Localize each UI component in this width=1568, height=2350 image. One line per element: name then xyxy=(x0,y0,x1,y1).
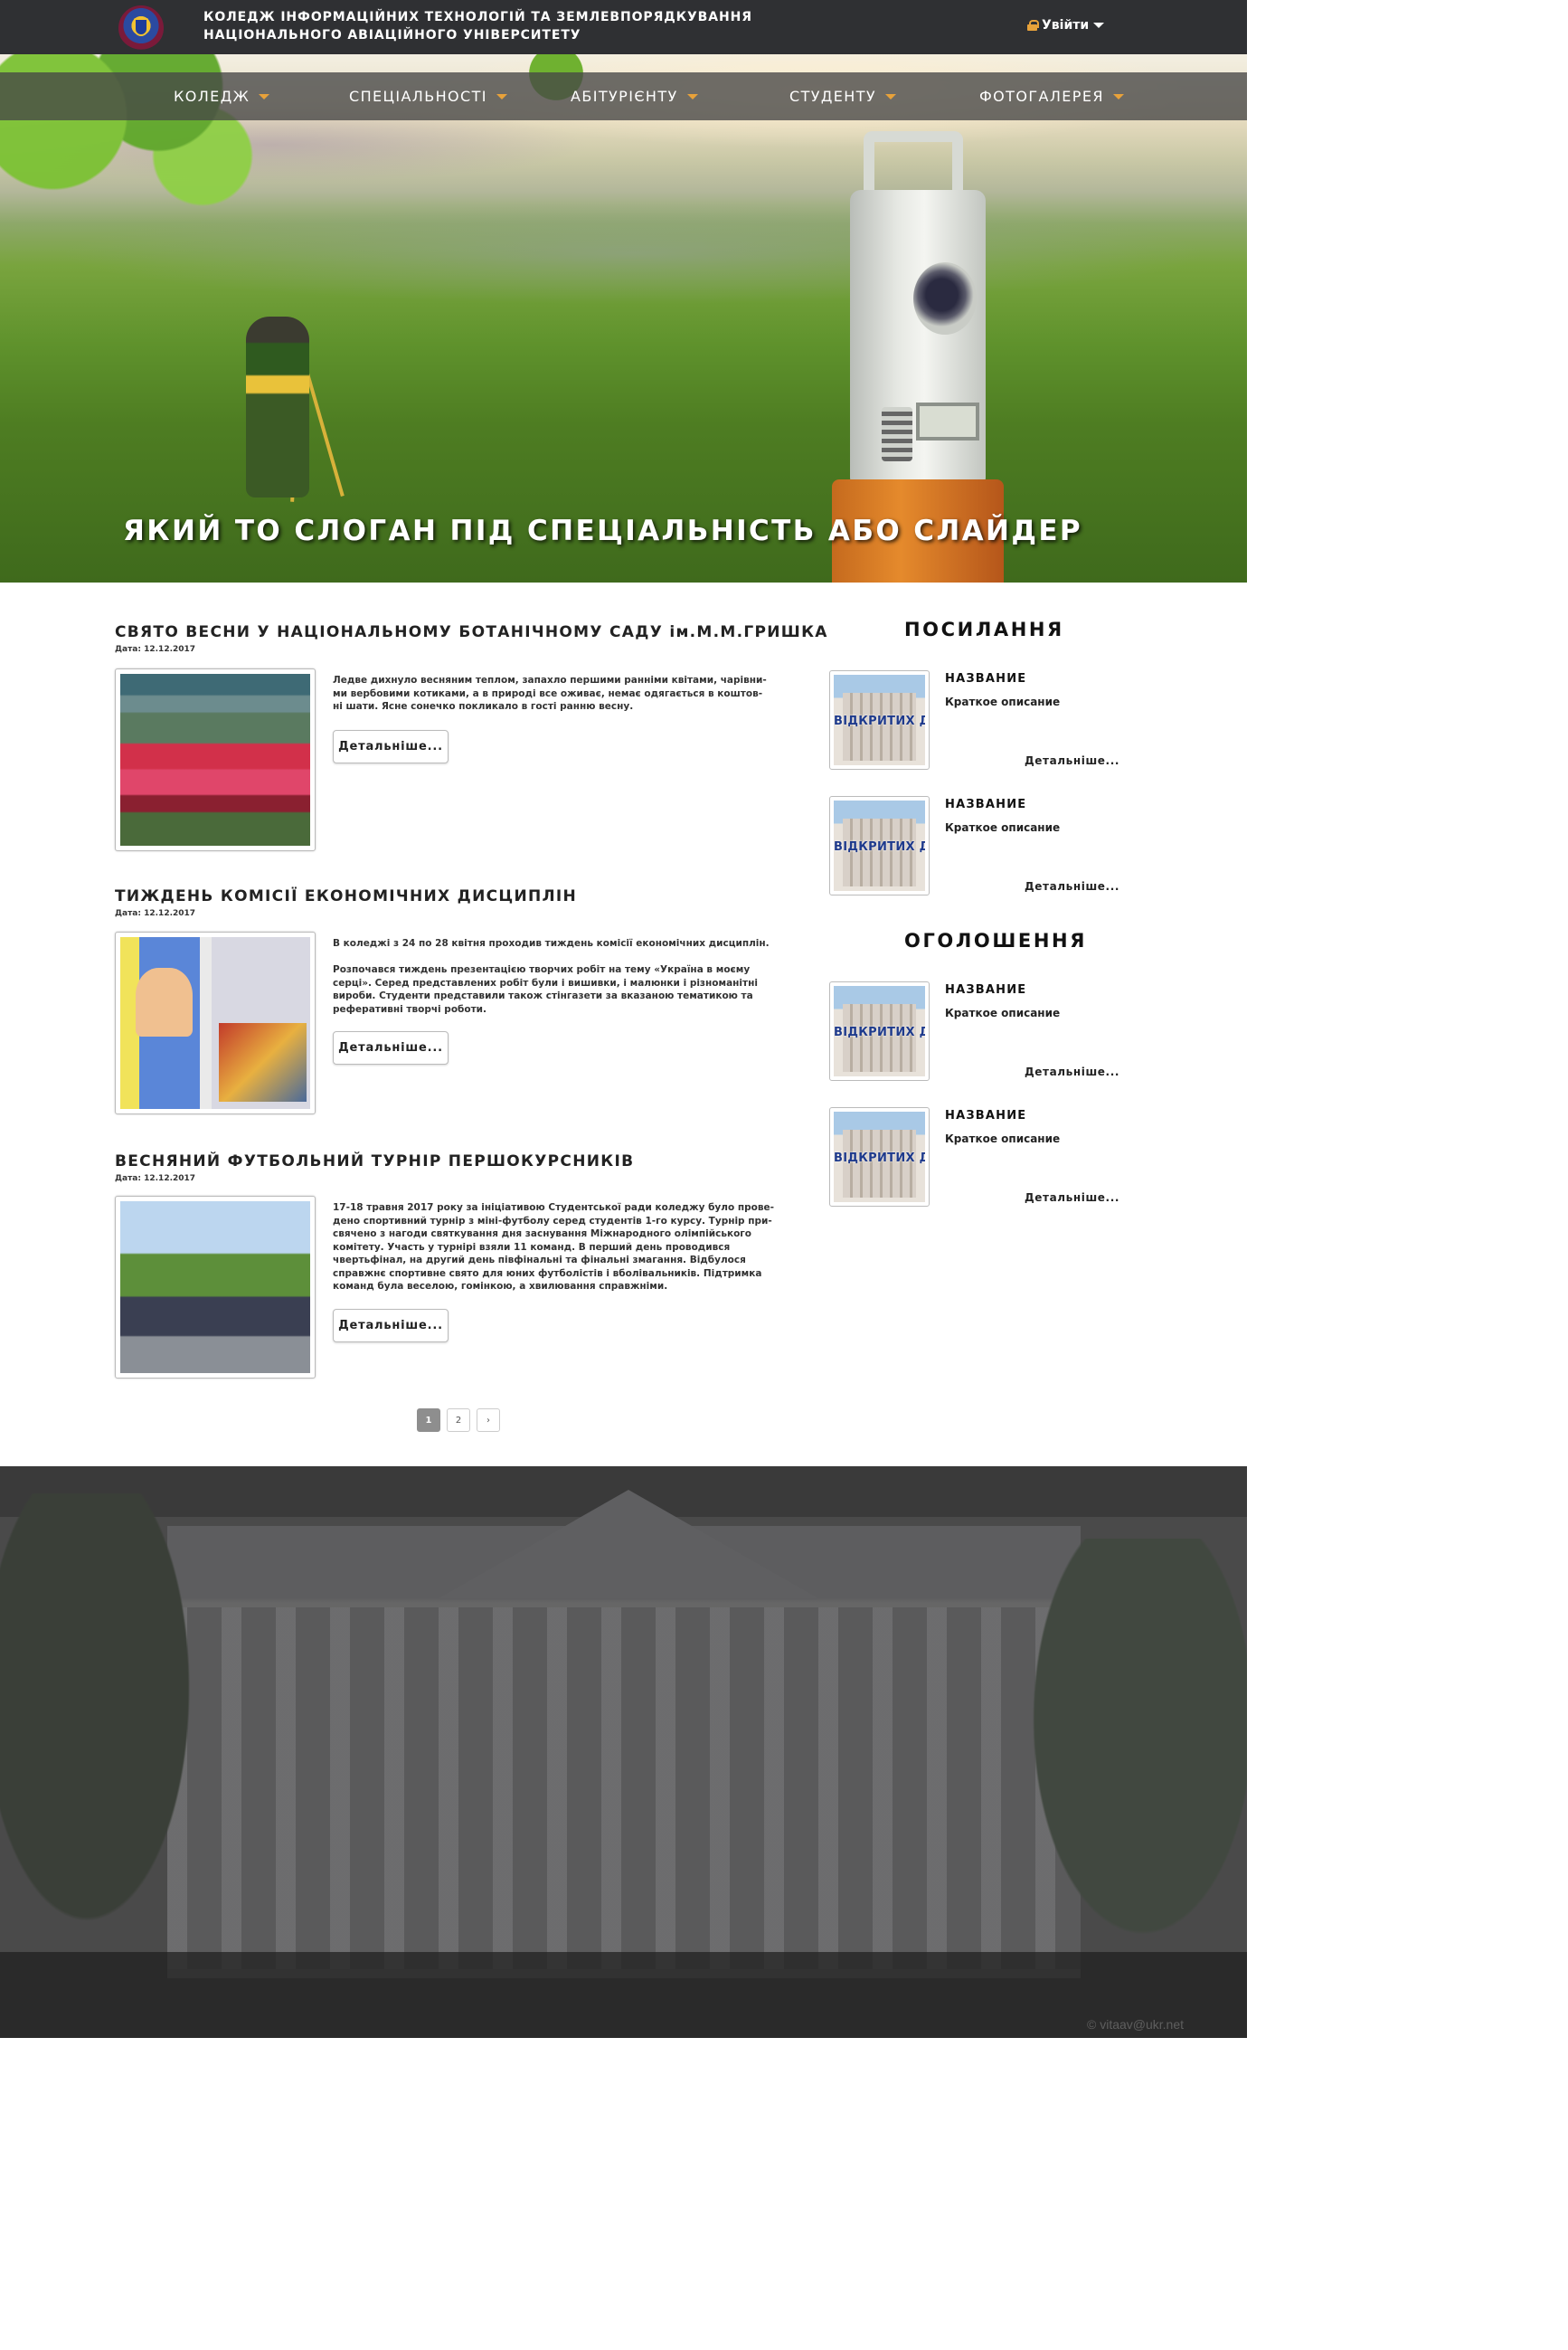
link-title[interactable]: НАЗВАНИЕ xyxy=(945,798,1026,811)
nav-label: СТУДЕНТУ xyxy=(789,88,877,105)
nav-label: КОЛЕДЖ xyxy=(174,88,250,105)
announcement-description: Краткое описание xyxy=(945,1132,1061,1145)
news-date: Дата: 12.12.2017 xyxy=(115,645,196,654)
read-more-button[interactable]: Детальніше... xyxy=(333,1309,449,1342)
announcement-thumbnail[interactable]: ВІДКРИТИХ ДВЕ xyxy=(829,1107,930,1207)
college-building-image xyxy=(167,1490,1081,1978)
news-excerpt: В коледжі з 24 по 28 квітня проходив тиж… xyxy=(333,938,770,1015)
chevron-down-icon xyxy=(496,93,507,99)
nav-label: АБІТУРІЄНТУ xyxy=(571,88,678,105)
link-card: ВІДКРИТИХ ДВЕ НАЗВАНИЕ Краткое описание … xyxy=(829,670,1191,770)
announcement-title[interactable]: НАЗВАНИЕ xyxy=(945,983,1026,997)
announcement-description: Краткое описание xyxy=(945,1007,1061,1019)
announcement-read-more[interactable]: Детальніше... xyxy=(1025,1191,1119,1204)
links-heading: ПОСИЛАННЯ xyxy=(904,619,1064,640)
college-name: КОЛЕДЖ ІНФОРМАЦІЙНИХ ТЕХНОЛОГІЙ ТА ЗЕМЛЕ… xyxy=(203,8,752,44)
login-dropdown[interactable]: Увійти xyxy=(1027,18,1105,33)
news-title[interactable]: ВЕСНЯНИЙ ФУТБОЛЬНИЙ ТУРНІР ПЕРШОКУРСНИКІ… xyxy=(115,1152,793,1170)
lock-icon xyxy=(1027,20,1039,31)
footer: © vitaav@ukr.net xyxy=(0,1466,1247,2038)
photo-watermark: © vitaav@ukr.net xyxy=(1087,2017,1185,2032)
next-page-button[interactable]: › xyxy=(477,1408,500,1432)
announcement-card: ВІДКРИТИХ ДВЕ НАЗВАНИЕ Краткое описание … xyxy=(829,981,1191,1081)
nav-item-applicants[interactable]: АБІТУРІЄНТУ xyxy=(571,72,698,120)
news-item: СВЯТО ВЕСНИ У НАЦІОНАЛЬНОМУ БОТАНІЧНОМУ … xyxy=(115,623,827,858)
theodolite-image xyxy=(850,190,986,488)
nav-label: СПЕЦІАЛЬНОСТІ xyxy=(349,88,487,105)
nav-label: ФОТОГАЛЕРЕЯ xyxy=(979,88,1104,105)
nav-item-gallery[interactable]: ФОТОГАЛЕРЕЯ xyxy=(979,72,1124,120)
news-excerpt: 17-18 травня 2017 року за ініціативою Ст… xyxy=(333,1202,774,1292)
footer-bottom-band xyxy=(0,1952,1247,2038)
tree-image xyxy=(0,1493,217,1982)
thumbnail-caption: ВІДКРИТИХ ДВЕ xyxy=(834,1151,925,1165)
page-button-1[interactable]: 1 xyxy=(417,1408,440,1432)
thumbnail-caption: ВІДКРИТИХ ДВЕ xyxy=(834,840,925,854)
news-item: ТИЖДЕНЬ КОМІСІЇ ЕКОНОМІЧНИХ ДИСЦИПЛІН Да… xyxy=(115,887,793,1123)
link-read-more[interactable]: Детальніше... xyxy=(1025,754,1119,767)
news-image[interactable] xyxy=(115,1196,316,1379)
link-read-more[interactable]: Детальніше... xyxy=(1025,880,1119,893)
theodolite-keypad xyxy=(882,407,912,461)
pagination: 1 2 › xyxy=(417,1408,500,1432)
announcements-heading: ОГОЛОШЕННЯ xyxy=(904,930,1087,952)
link-description: Краткое описание xyxy=(945,821,1061,834)
page-button-2[interactable]: 2 xyxy=(447,1408,470,1432)
surveyor-image xyxy=(246,317,309,497)
link-card: ВІДКРИТИХ ДВЕ НАЗВАНИЕ Краткое описание … xyxy=(829,796,1191,895)
link-thumbnail[interactable]: ВІДКРИТИХ ДВЕ xyxy=(829,796,930,895)
announcement-card: ВІДКРИТИХ ДВЕ НАЗВАНИЕ Краткое описание … xyxy=(829,1107,1191,1207)
college-logo[interactable] xyxy=(118,5,164,51)
link-description: Краткое описание xyxy=(945,696,1061,708)
login-label: Увійти xyxy=(1042,18,1090,33)
read-more-button[interactable]: Детальніше... xyxy=(333,1031,449,1065)
chevron-down-icon xyxy=(686,93,698,99)
hero-slider: КОЛЕДЖ СПЕЦІАЛЬНОСТІ АБІТУРІЄНТУ СТУДЕНТ… xyxy=(0,54,1247,583)
news-date: Дата: 12.12.2017 xyxy=(115,1174,196,1183)
nav-item-college[interactable]: КОЛЕДЖ xyxy=(174,72,270,120)
college-name-line-1: КОЛЕДЖ ІНФОРМАЦІЙНИХ ТЕХНОЛОГІЙ ТА ЗЕМЛЕ… xyxy=(203,10,752,24)
announcement-title[interactable]: НАЗВАНИЕ xyxy=(945,1109,1026,1123)
theodolite-lens xyxy=(913,262,977,335)
news-item: ВЕСНЯНИЙ ФУТБОЛЬНИЙ ТУРНІР ПЕРШОКУРСНИКІ… xyxy=(115,1152,793,1388)
news-title[interactable]: ТИЖДЕНЬ КОМІСІЇ ЕКОНОМІЧНИХ ДИСЦИПЛІН xyxy=(115,887,793,905)
chevron-down-icon xyxy=(259,93,270,99)
news-image[interactable] xyxy=(115,668,316,851)
announcement-read-more[interactable]: Детальніше... xyxy=(1025,1066,1119,1078)
chevron-down-icon xyxy=(1093,23,1105,28)
thumbnail-caption: ВІДКРИТИХ ДВЕ xyxy=(834,715,925,728)
nav-item-specialties[interactable]: СПЕЦІАЛЬНОСТІ xyxy=(349,72,507,120)
news-date: Дата: 12.12.2017 xyxy=(115,909,196,918)
announcement-thumbnail[interactable]: ВІДКРИТИХ ДВЕ xyxy=(829,981,930,1081)
thumbnail-caption: ВІДКРИТИХ ДВЕ xyxy=(834,1026,925,1039)
tree-image xyxy=(1004,1539,1247,1991)
news-excerpt: Ледве дихнуло весняним теплом, запахло п… xyxy=(333,675,767,712)
main-navigation: КОЛЕДЖ СПЕЦІАЛЬНОСТІ АБІТУРІЄНТУ СТУДЕНТ… xyxy=(0,72,1247,120)
top-bar: КОЛЕДЖ ІНФОРМАЦІЙНИХ ТЕХНОЛОГІЙ ТА ЗЕМЛЕ… xyxy=(0,0,1247,54)
nav-item-students[interactable]: СТУДЕНТУ xyxy=(789,72,897,120)
chevron-down-icon xyxy=(1112,93,1124,99)
college-name-line-2: НАЦІОНАЛЬНОГО АВІАЦІЙНОГО УНІВЕРСИТЕТУ xyxy=(203,28,581,43)
news-title[interactable]: СВЯТО ВЕСНИ У НАЦІОНАЛЬНОМУ БОТАНІЧНОМУ … xyxy=(115,623,827,641)
read-more-button[interactable]: Детальніше... xyxy=(333,730,449,763)
chevron-down-icon xyxy=(885,93,897,99)
link-title[interactable]: НАЗВАНИЕ xyxy=(945,672,1026,686)
link-thumbnail[interactable]: ВІДКРИТИХ ДВЕ xyxy=(829,670,930,770)
theodolite-screen xyxy=(916,403,979,441)
hero-slogan: ЯКИЙ ТО СЛОГАН ПІД СПЕЦІАЛЬНІСТЬ АБО СЛА… xyxy=(123,515,1083,547)
news-image[interactable] xyxy=(115,932,316,1114)
